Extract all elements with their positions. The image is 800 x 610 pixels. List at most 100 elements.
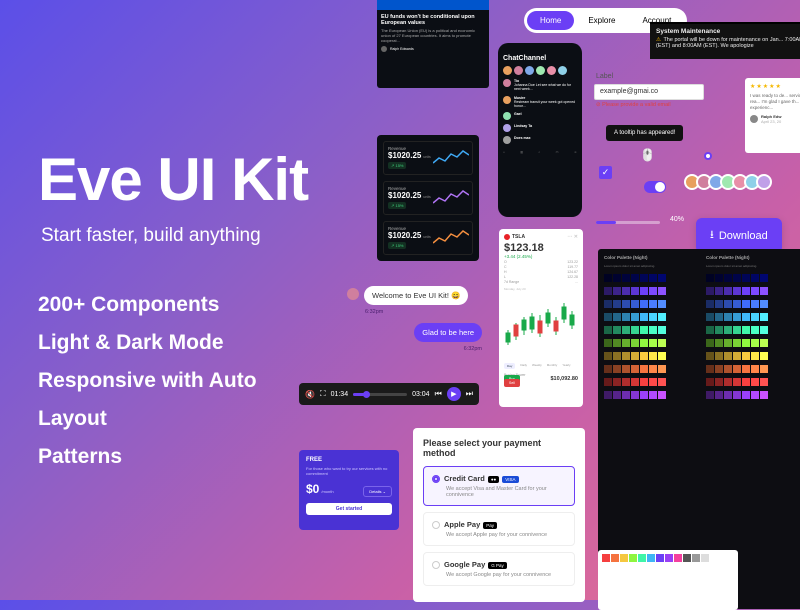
swatch[interactable] — [724, 352, 732, 360]
swatch[interactable] — [715, 352, 723, 360]
swatch[interactable] — [622, 300, 630, 308]
swatch[interactable] — [622, 391, 630, 399]
avatar[interactable] — [503, 136, 511, 144]
swatch[interactable] — [631, 287, 639, 295]
tsla-range-tab[interactable]: Daily — [520, 363, 527, 369]
swatch[interactable] — [604, 300, 612, 308]
email-field[interactable]: example@gmai.co — [594, 84, 704, 100]
tsla-range-tab[interactable]: Day — [504, 363, 515, 369]
swatch[interactable] — [649, 300, 657, 308]
swatch[interactable] — [742, 326, 750, 334]
swatch[interactable] — [631, 378, 639, 386]
swatch[interactable] — [604, 313, 612, 321]
plan-cta[interactable]: Get started — [306, 503, 392, 515]
swatch[interactable] — [658, 352, 666, 360]
avatar[interactable] — [514, 66, 523, 75]
swatch[interactable] — [760, 300, 768, 308]
swatch[interactable] — [649, 378, 657, 386]
swatch[interactable] — [602, 554, 610, 562]
next-icon[interactable]: ⏭ — [466, 389, 473, 399]
swatch[interactable] — [742, 287, 750, 295]
swatch[interactable] — [701, 554, 709, 562]
swatch[interactable] — [760, 339, 768, 347]
tab-search-icon[interactable]: ⌕ — [539, 150, 541, 154]
swatch[interactable] — [715, 365, 723, 373]
swatch[interactable] — [647, 554, 655, 562]
swatch[interactable] — [611, 554, 619, 562]
swatch[interactable] — [751, 313, 759, 321]
avatar[interactable] — [503, 66, 512, 75]
swatch[interactable] — [658, 378, 666, 386]
swatch[interactable] — [692, 554, 700, 562]
swatch[interactable] — [751, 326, 759, 334]
download-button[interactable]: ⭳ Download — [696, 218, 782, 253]
swatch[interactable] — [649, 365, 657, 373]
swatch[interactable] — [742, 313, 750, 321]
swatch[interactable] — [724, 274, 732, 282]
swatch[interactable] — [658, 326, 666, 334]
swatch[interactable] — [631, 339, 639, 347]
swatch[interactable] — [724, 313, 732, 321]
tab-home-icon[interactable]: ⌂ — [503, 150, 505, 154]
swatch[interactable] — [640, 365, 648, 373]
swatch[interactable] — [622, 326, 630, 334]
radio-button[interactable] — [704, 152, 712, 160]
tab-wallet-icon[interactable]: ▭ — [556, 150, 559, 154]
swatch[interactable] — [640, 352, 648, 360]
swatch[interactable] — [622, 313, 630, 321]
swatch[interactable] — [631, 326, 639, 334]
swatch[interactable] — [760, 391, 768, 399]
swatch[interactable] — [613, 287, 621, 295]
play-button[interactable]: ▶ — [447, 387, 461, 401]
avatar[interactable] — [525, 66, 534, 75]
swatch[interactable] — [706, 365, 714, 373]
swatch[interactable] — [683, 554, 691, 562]
swatch[interactable] — [715, 274, 723, 282]
swatch[interactable] — [724, 339, 732, 347]
swatch[interactable] — [733, 352, 741, 360]
swatch[interactable] — [649, 339, 657, 347]
swatch[interactable] — [613, 365, 621, 373]
swatch[interactable] — [604, 365, 612, 373]
swatch[interactable] — [706, 339, 714, 347]
swatch[interactable] — [613, 352, 621, 360]
swatch[interactable] — [604, 326, 612, 334]
swatch[interactable] — [751, 339, 759, 347]
swatch[interactable] — [733, 365, 741, 373]
swatch[interactable] — [724, 326, 732, 334]
swatch[interactable] — [733, 313, 741, 321]
swatch[interactable] — [640, 313, 648, 321]
swatch[interactable] — [706, 352, 714, 360]
plan-details-button[interactable]: Details ⌄ — [363, 486, 392, 497]
swatch[interactable] — [649, 274, 657, 282]
swatch[interactable] — [631, 391, 639, 399]
swatch[interactable] — [760, 378, 768, 386]
swatch[interactable] — [629, 554, 637, 562]
swatch[interactable] — [706, 300, 714, 308]
swatch[interactable] — [640, 300, 648, 308]
swatch[interactable] — [751, 352, 759, 360]
swatch[interactable] — [640, 287, 648, 295]
swatch[interactable] — [604, 287, 612, 295]
swatch[interactable] — [658, 313, 666, 321]
swatch[interactable] — [760, 326, 768, 334]
swatch[interactable] — [622, 274, 630, 282]
swatch[interactable] — [658, 391, 666, 399]
sell-button[interactable]: Sell — [504, 379, 520, 387]
tsla-range-tab[interactable]: Yearly — [562, 363, 570, 369]
payment-option[interactable]: Google PayG PayWe accept Google pay for … — [423, 552, 575, 586]
swatch[interactable] — [604, 274, 612, 282]
swatch[interactable] — [665, 554, 673, 562]
avatar[interactable] — [503, 112, 511, 120]
article-card[interactable]: EU funds won't be conditional upon Europ… — [377, 0, 489, 88]
swatch[interactable] — [751, 378, 759, 386]
swatch[interactable] — [631, 274, 639, 282]
swatch[interactable] — [649, 313, 657, 321]
payment-option[interactable]: Credit Card●●VISAWe accept Visa and Mast… — [423, 466, 575, 506]
swatch[interactable] — [649, 287, 657, 295]
swatch[interactable] — [640, 326, 648, 334]
avatar[interactable] — [558, 66, 567, 75]
swatch[interactable] — [742, 300, 750, 308]
swatch[interactable] — [631, 313, 639, 321]
swatch[interactable] — [751, 274, 759, 282]
